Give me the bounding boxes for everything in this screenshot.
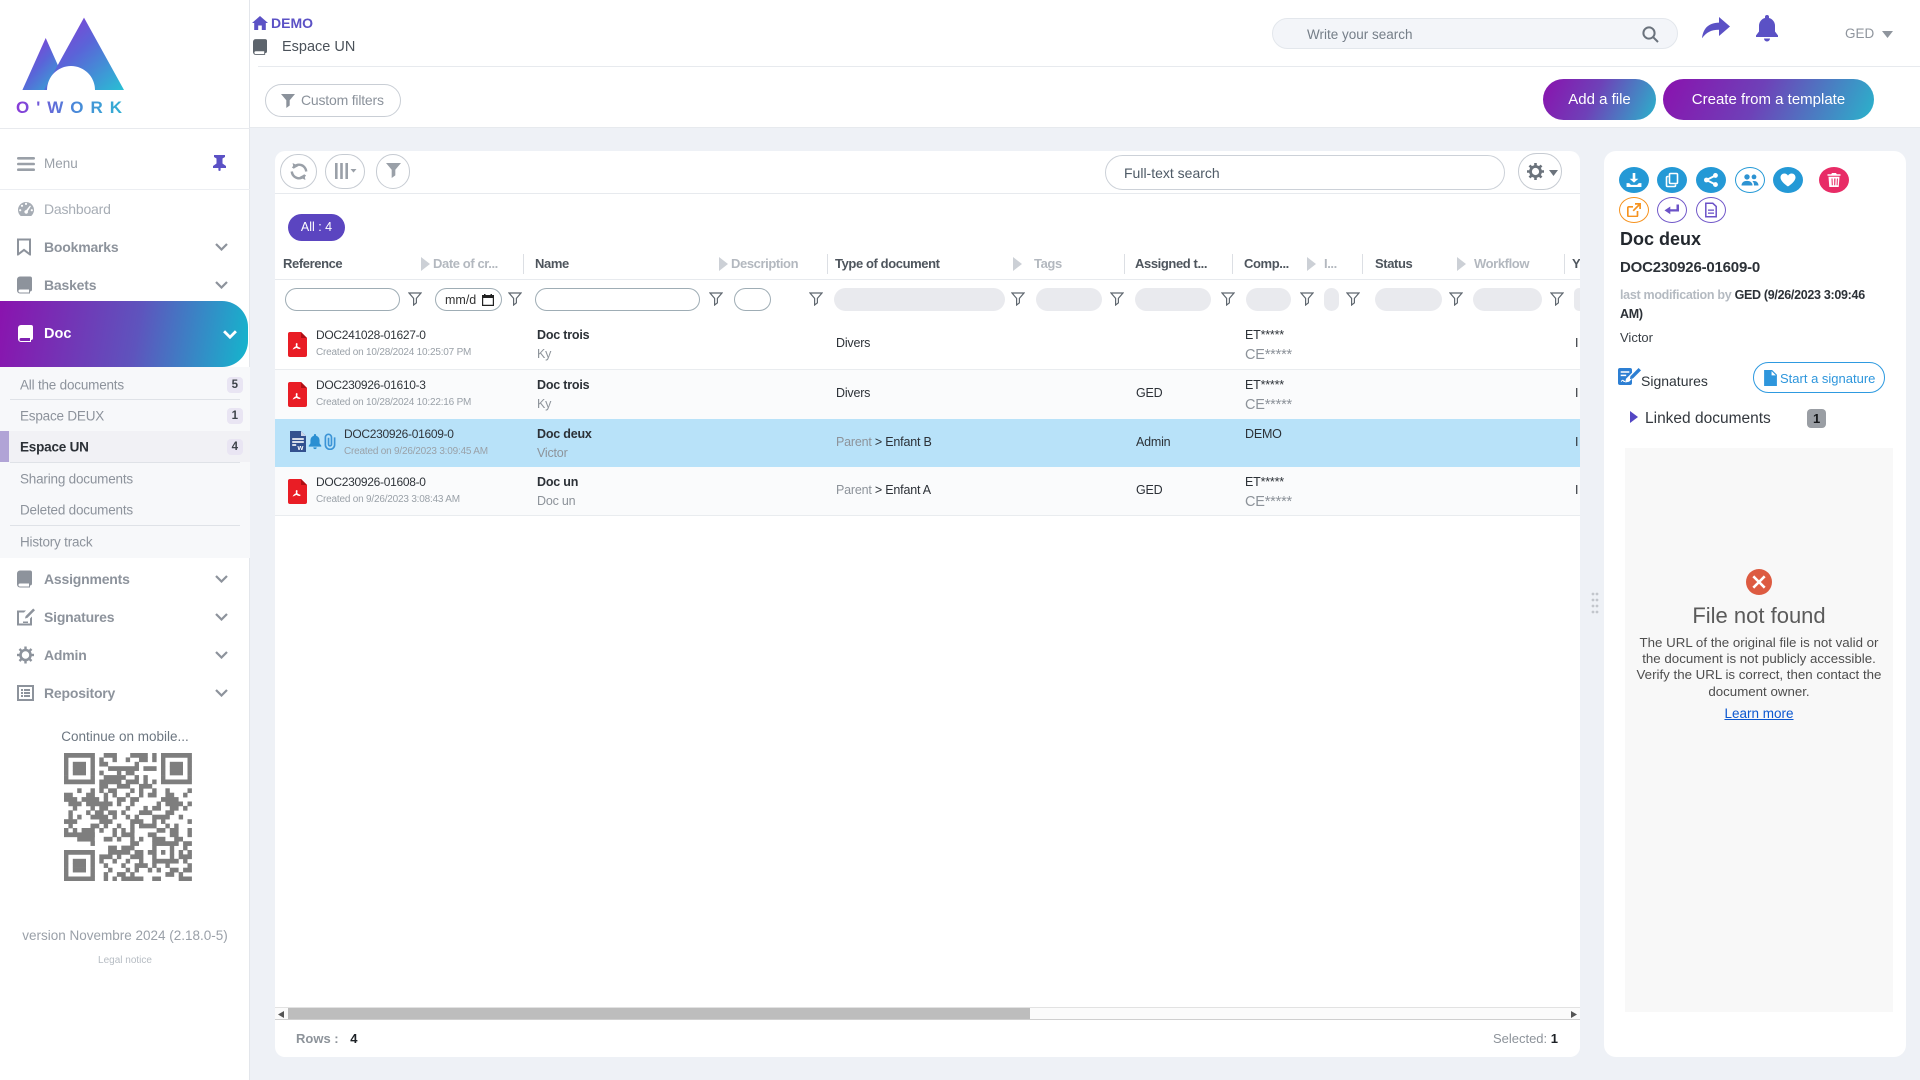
svg-text:w: w xyxy=(297,443,304,452)
svg-text:O'WORK: O'WORK xyxy=(16,98,129,117)
